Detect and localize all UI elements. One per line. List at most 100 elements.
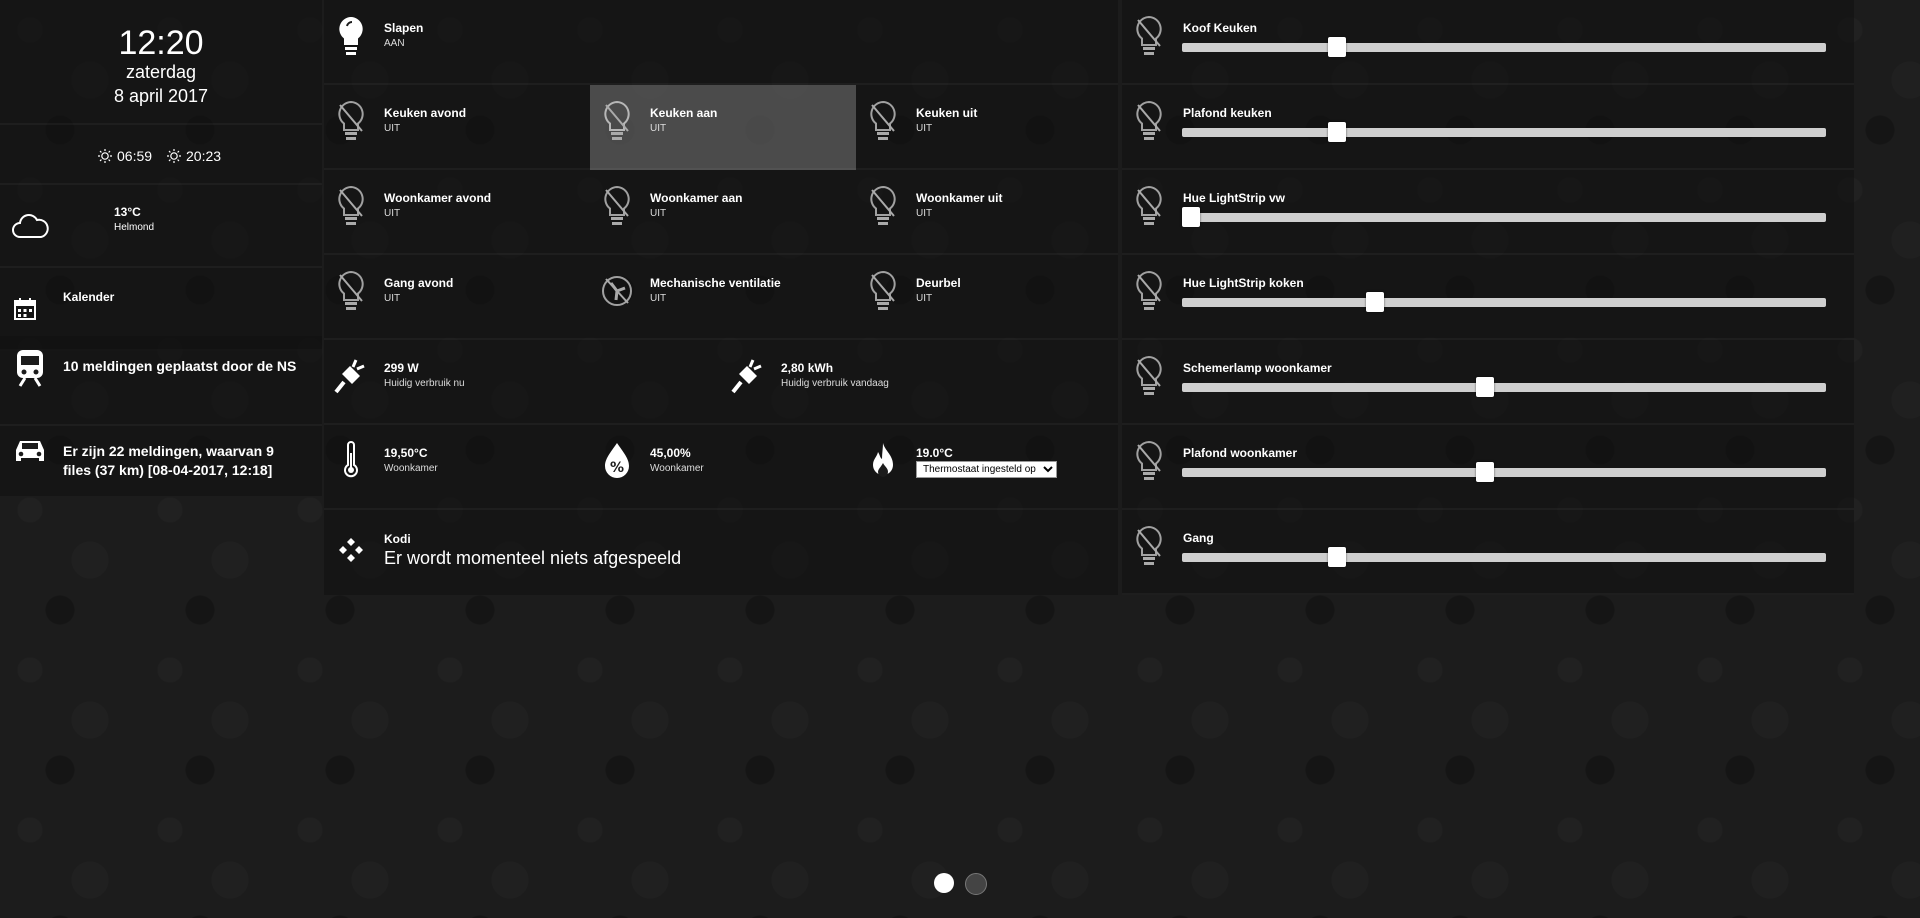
switch-status: UIT (650, 293, 667, 304)
traffic-label: Er zijn 22 meldingen, waarvan 9 files (3… (63, 443, 274, 478)
traffic-tile[interactable]: Er zijn 22 meldingen, waarvan 9 files (3… (0, 426, 322, 496)
dimmer-title: Schemerlamp woonkamer (1183, 361, 1332, 375)
switch-tile[interactable]: Mechanische ventilatie UIT (590, 255, 856, 340)
humidity-label: Woonkamer (650, 463, 704, 474)
energy-value: 299 W (384, 361, 419, 375)
svg-text:%: % (610, 460, 624, 476)
train-icon (17, 350, 43, 387)
sunset: 20:23 (166, 148, 221, 164)
energy-label: Huidig verbruik nu (384, 378, 465, 389)
switch-tile[interactable]: Gang avond UIT (324, 255, 590, 340)
bulb-off-icon (1130, 354, 1168, 398)
bulb-off-icon (864, 269, 902, 313)
ns-label: 10 meldingen geplaatst door de NS (63, 358, 297, 374)
kodi-tile[interactable]: Kodi Er wordt momenteel niets afgespeeld (324, 510, 1118, 595)
switch-status: UIT (384, 293, 401, 304)
pager-dot-1[interactable] (934, 873, 954, 893)
switch-tile[interactable]: Keuken uit UIT (856, 85, 1118, 170)
weather-location: Helmond (114, 222, 155, 233)
sun-times-widget: 06:59 20:23 (0, 125, 322, 185)
bulb-on-icon (332, 14, 370, 58)
sunset-time: 20:23 (186, 148, 222, 164)
dimmer-slider[interactable] (1182, 37, 1826, 57)
weather-tile[interactable]: 13°C Helmond (0, 185, 322, 268)
dimmer-slider[interactable] (1182, 122, 1826, 142)
pager-dot-2[interactable] (965, 873, 987, 895)
plug-icon (729, 354, 767, 398)
bulb-off-icon (598, 99, 636, 143)
dimmer-slider[interactable] (1182, 292, 1826, 312)
switch-title: Woonkamer uit (916, 191, 1003, 205)
switch-title: Slapen (384, 21, 424, 35)
dimmer-slider[interactable] (1182, 547, 1826, 567)
sunrise-time: 06:59 (117, 148, 153, 164)
switch-status: UIT (650, 208, 667, 219)
clock-time: 12:20 (118, 24, 204, 62)
switch-status: UIT (916, 293, 933, 304)
thermostat-value: 19.0°C (916, 446, 953, 460)
calendar-label: Kalender (63, 290, 115, 304)
dimmer-slider-thumb[interactable] (1327, 547, 1346, 567)
bulb-off-icon (1130, 439, 1168, 483)
energy-tile[interactable]: 2,80 kWh Huidig verbruik vandaag (721, 340, 1118, 425)
dimmer-slider[interactable] (1182, 377, 1826, 397)
switch-title: Keuken avond (384, 106, 467, 120)
dimmer-slider-thumb[interactable] (1475, 377, 1494, 397)
bulb-off-icon (1130, 184, 1168, 228)
energy-label: Huidig verbruik vandaag (781, 378, 889, 389)
humidity-tile[interactable]: % 45,00% Woonkamer (590, 425, 856, 510)
clock-day: zaterdag (125, 62, 197, 82)
dimmer-slider-thumb[interactable] (1327, 122, 1346, 142)
dimmer-title: Gang (1183, 531, 1214, 545)
energy-value: 2,80 kWh (781, 361, 834, 375)
temperature-tile[interactable]: 19,50°C Woonkamer (324, 425, 590, 510)
sunrise: 06:59 (97, 148, 152, 164)
bulb-off-icon (598, 184, 636, 228)
switch-title: Woonkamer avond (384, 191, 492, 205)
dimmer-title: Hue LightStrip vw (1183, 191, 1285, 205)
dimmer-title: Plafond keuken (1183, 106, 1272, 120)
dimmer-slider-thumb[interactable] (1182, 207, 1200, 227)
switch-tile[interactable]: Woonkamer uit UIT (856, 170, 1118, 255)
humidity-icon: % (598, 439, 636, 483)
thermostat-select[interactable]: Thermostaat ingesteld op (916, 461, 1057, 478)
temperature-value: 19,50°C (384, 446, 428, 460)
bulb-off-icon (1130, 99, 1168, 143)
switch-tile[interactable]: Woonkamer aan UIT (590, 170, 856, 255)
switch-title: Deurbel (916, 276, 961, 290)
switch-tile[interactable]: Deurbel UIT (856, 255, 1118, 340)
weather-temp: 13°C (114, 205, 141, 219)
dimmer-slider-thumb[interactable] (1475, 462, 1494, 482)
switch-status: UIT (384, 208, 401, 219)
fan-off-icon (598, 269, 636, 313)
dimmer-title: Koof Keuken (1183, 21, 1258, 35)
switch-tile[interactable]: Woonkamer avond UIT (324, 170, 590, 255)
cloud-icon (12, 214, 49, 238)
bulb-off-icon (1130, 269, 1168, 313)
switch-tile[interactable]: Keuken avond UIT (324, 85, 590, 170)
clock-date: 8 april 2017 (113, 86, 209, 106)
plug-icon (332, 354, 370, 398)
dimmer-slider[interactable] (1182, 462, 1826, 482)
humidity-value: 45,00% (650, 446, 691, 460)
car-icon (16, 441, 44, 461)
switch-tile[interactable]: Keuken aan UIT (590, 85, 856, 170)
switch-tile[interactable]: Slapen AAN (324, 0, 1118, 85)
clock-widget: 12:20 zaterdag 8 april 2017 (0, 0, 322, 125)
bulb-off-icon (332, 184, 370, 228)
kodi-icon (332, 530, 370, 574)
dimmer-slider[interactable] (1182, 207, 1826, 227)
thermometer-icon (332, 439, 370, 483)
switch-title: Gang avond (384, 276, 454, 290)
ns-tile[interactable]: 10 meldingen geplaatst door de NS (0, 336, 322, 426)
dimmer-slider-thumb[interactable] (1366, 292, 1385, 312)
dimmer-slider-thumb[interactable] (1327, 37, 1346, 57)
bulb-off-icon (864, 184, 902, 228)
switch-status: UIT (384, 123, 401, 134)
switch-title: Woonkamer aan (650, 191, 743, 205)
energy-tile[interactable]: 299 W Huidig verbruik nu (324, 340, 721, 425)
bulb-off-icon (332, 99, 370, 143)
bulb-off-icon (1130, 14, 1168, 58)
switch-status: AAN (384, 38, 405, 49)
bulb-off-icon (1130, 524, 1168, 568)
